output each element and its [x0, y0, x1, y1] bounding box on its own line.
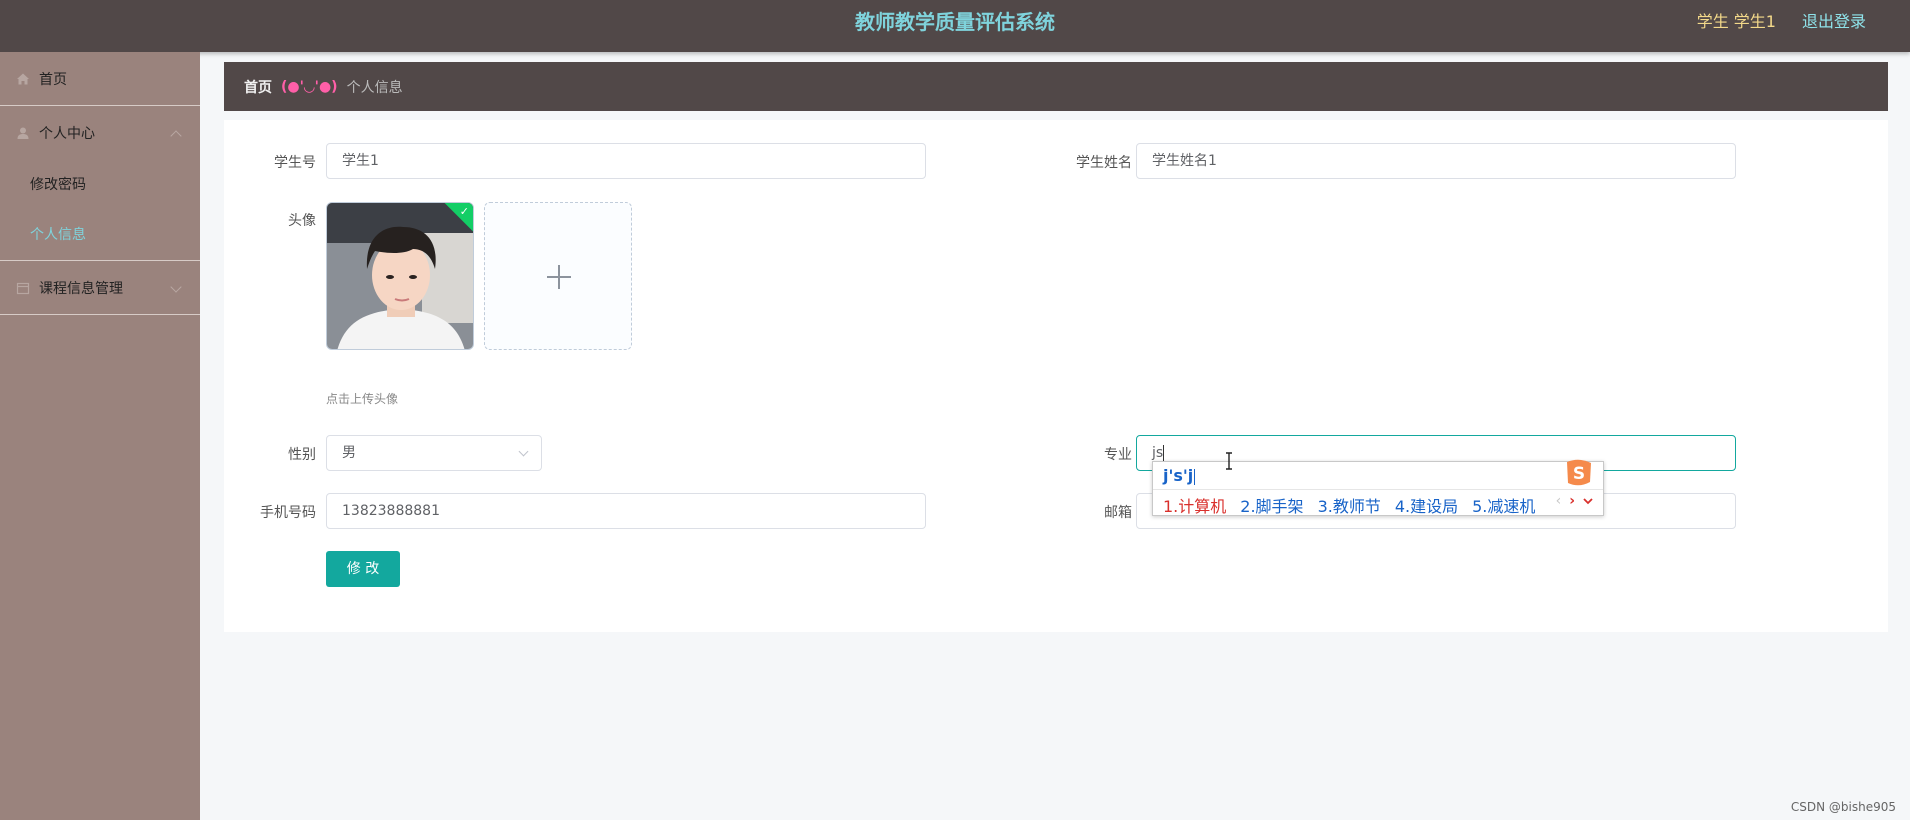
upload-button[interactable] [484, 202, 632, 350]
sidebar-item-course-management[interactable]: 课程信息管理 [0, 261, 200, 315]
ime-candidate-window: j's'j S 1.计算机 2.脚手架 3.教师节 4.建设局 5.减速机 ‹ … [1152, 459, 1604, 517]
avatar-image[interactable]: ✓ [326, 202, 474, 350]
sidebar-item-label: 首页 [39, 71, 67, 88]
ime-candidate[interactable]: 1.计算机 [1163, 493, 1226, 517]
breadcrumb: 首页 (●'◡'●) 个人信息 [224, 62, 1888, 111]
ime-candidate-list: 1.计算机 2.脚手架 3.教师节 4.建设局 5.减速机 [1163, 493, 1549, 517]
chevron-down-icon [518, 446, 529, 457]
ime-candidate[interactable]: 3.教师节 [1318, 493, 1381, 517]
chevron-right-icon[interactable]: › [1569, 493, 1575, 509]
ime-nav: ‹ › [1556, 493, 1593, 509]
ime-composition-text: j's'j [1163, 466, 1194, 485]
top-bar: 教师教学质量评估系统 学生 学生1 退出登录 [0, 0, 1910, 52]
upload-tip: 点击上传头像 [326, 392, 399, 406]
text-caret [1163, 445, 1165, 461]
gender-value: 男 [342, 445, 356, 461]
ime-composition: j's'j [1163, 466, 1196, 485]
svg-text:S: S [1573, 464, 1585, 484]
phone-label: 手机号码 [260, 505, 316, 521]
ime-divider [1153, 489, 1603, 490]
major-label: 专业 [1104, 447, 1132, 463]
student-no-input[interactable]: 学生1 [326, 143, 926, 179]
email-label: 邮箱 [1104, 505, 1132, 521]
avatar-label: 头像 [288, 213, 316, 229]
breadcrumb-current: 个人信息 [346, 79, 403, 96]
logout-link[interactable]: 退出登录 [1802, 0, 1866, 44]
sidebar-item-personal-info[interactable]: 个人信息 [0, 210, 200, 260]
chevron-left-icon[interactable]: ‹ [1556, 493, 1562, 509]
sidebar: 首页 个人中心 修改密码 个人信息 课程信息管理 [0, 52, 200, 820]
sogou-logo-icon: S [1567, 459, 1591, 486]
ime-candidate[interactable]: 5.减速机 [1472, 493, 1535, 517]
breadcrumb-separator: (●'◡'●) [281, 78, 338, 95]
gender-label: 性别 [288, 447, 316, 463]
gender-select[interactable]: 男 [326, 435, 542, 471]
ime-caret [1194, 468, 1196, 485]
calendar-icon [15, 280, 31, 296]
profile-form: 学生号 学生1 学生姓名 学生姓名1 头像 ✓ 点击上传头像 性别 男 专业 j… [224, 120, 1888, 632]
breadcrumb-home[interactable]: 首页 [244, 77, 272, 97]
sidebar-item-label: 个人中心 [39, 126, 95, 142]
watermark: CSDN @bishe905 [1790, 800, 1896, 814]
ime-candidate[interactable]: 2.脚手架 [1240, 493, 1303, 517]
check-icon: ✓ [459, 205, 469, 218]
sidebar-item-label: 课程信息管理 [39, 280, 123, 297]
chevron-down-icon [170, 281, 182, 293]
chevron-up-icon [170, 130, 182, 142]
avatar-portrait [327, 203, 473, 349]
major-value: js [1152, 445, 1164, 461]
plus-icon-vertical [558, 265, 560, 289]
student-name-input[interactable]: 学生姓名1 [1136, 143, 1736, 179]
sidebar-item-change-password[interactable]: 修改密码 [0, 160, 200, 210]
text-cursor-icon [1226, 452, 1232, 470]
phone-input[interactable]: 13823888881 [326, 493, 926, 529]
sidebar-group-personal: 个人中心 修改密码 个人信息 [0, 106, 200, 261]
chevron-down-icon[interactable] [1583, 497, 1593, 505]
user-icon [15, 125, 31, 141]
student-no-label: 学生号 [274, 155, 316, 171]
sidebar-item-home[interactable]: 首页 [0, 52, 200, 106]
current-user: 学生 学生1 [1696, 12, 1776, 31]
home-icon [15, 71, 31, 87]
student-name-label: 学生姓名 [1076, 155, 1132, 171]
app-title: 教师教学质量评估系统 [855, 10, 1055, 34]
submit-button[interactable]: 修 改 [326, 551, 400, 587]
sidebar-item-personal-center[interactable]: 个人中心 [0, 106, 200, 160]
ime-candidate[interactable]: 4.建设局 [1395, 493, 1458, 517]
